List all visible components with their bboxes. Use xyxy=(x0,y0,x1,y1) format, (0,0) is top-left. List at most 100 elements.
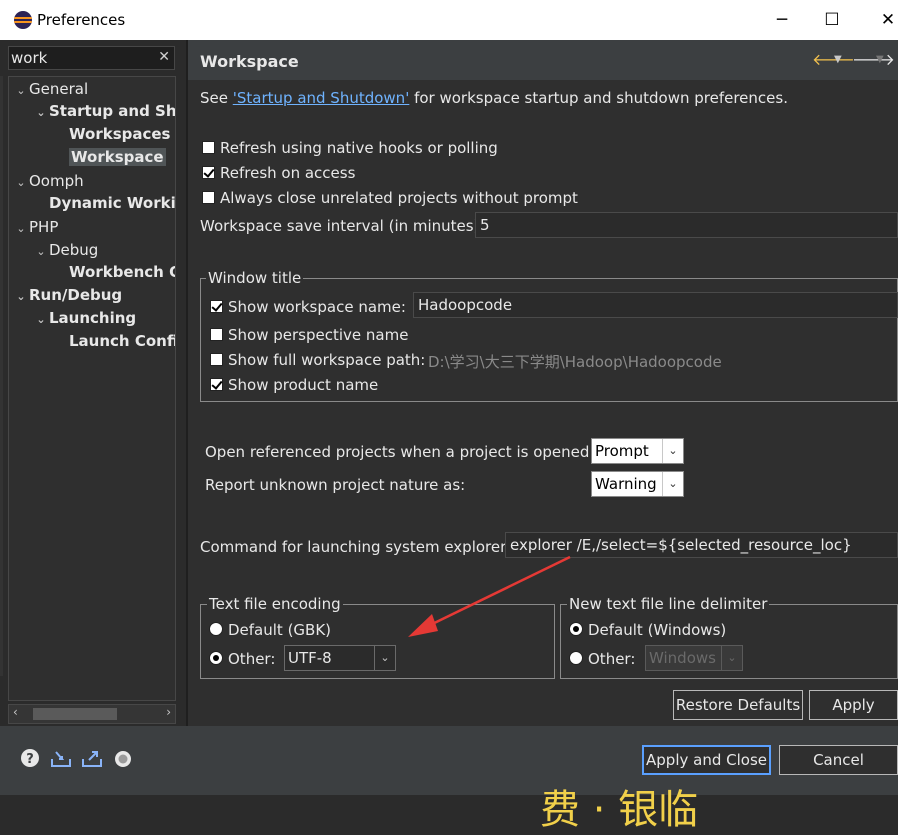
background-overlay-text: 费 · 银临 xyxy=(540,787,699,833)
forward-menu-chevron-icon[interactable]: ▼ xyxy=(876,54,884,65)
tree-item[interactable]: ⌄ Oomph xyxy=(13,171,84,193)
scroll-left-icon[interactable]: ‹ xyxy=(13,705,18,719)
delimiter-default-label: Default (Windows) xyxy=(588,621,727,639)
svg-text:?: ? xyxy=(26,752,34,767)
tree-item[interactable]: Launch Config xyxy=(53,331,175,352)
expand-chevron-icon[interactable]: ⌄ xyxy=(13,80,29,101)
show-perspective-checkbox[interactable] xyxy=(210,328,223,341)
expand-chevron-icon[interactable]: ⌄ xyxy=(13,172,29,193)
expand-chevron-icon[interactable]: ⌄ xyxy=(13,286,29,307)
export-icon[interactable] xyxy=(81,749,103,771)
filter-input[interactable] xyxy=(11,48,151,68)
apply-and-close-button[interactable]: Apply and Close xyxy=(642,745,771,775)
open-referenced-value: Prompt xyxy=(595,442,649,460)
clear-filter-icon[interactable]: ✕ xyxy=(158,49,170,65)
record-icon[interactable] xyxy=(113,749,135,771)
encoding-default-label: Default (GBK) xyxy=(228,621,332,639)
expand-chevron-icon[interactable]: ⌄ xyxy=(13,218,29,239)
see-startup-text: See 'Startup and Shutdown' for workspace… xyxy=(200,89,788,107)
tree-item[interactable]: ⌄ Startup and Shu xyxy=(33,101,176,123)
show-perspective-label: Show perspective name xyxy=(228,326,409,344)
show-product-label: Show product name xyxy=(228,376,379,394)
refresh-access-label: Refresh on access xyxy=(220,164,356,182)
tree-item-label: Workspaces xyxy=(69,125,171,143)
expand-chevron-icon[interactable]: ⌄ xyxy=(33,102,49,123)
always-close-checkbox[interactable] xyxy=(202,191,215,204)
delimiter-select[interactable]: Windows ⌄ xyxy=(645,645,743,671)
show-workspace-name-label: Show workspace name: xyxy=(228,298,406,316)
full-path-value: D:\学习\大三下学期\Hadoop\Hadoopcode xyxy=(428,353,722,371)
refresh-access-checkbox[interactable] xyxy=(202,166,215,179)
refresh-native-label: Refresh using native hooks or polling xyxy=(220,139,498,157)
restore-defaults-button[interactable]: Restore Defaults xyxy=(673,690,803,720)
report-unknown-value: Warning xyxy=(595,475,657,493)
back-menu-chevron-icon[interactable]: ▼ xyxy=(834,54,842,65)
eclipse-logo-icon xyxy=(14,11,32,29)
scroll-right-icon[interactable]: › xyxy=(166,705,171,719)
report-unknown-select[interactable]: Warning ⌄ xyxy=(591,471,684,497)
delimiter-value: Windows xyxy=(649,649,716,667)
tree-item[interactable]: ⌄ General xyxy=(13,79,88,100)
tree-item[interactable]: ⌄ Run/Debug xyxy=(13,285,122,306)
see-prefix: See xyxy=(200,89,233,107)
window-title: Preferences xyxy=(37,11,126,29)
report-unknown-label: Report unknown project nature as: xyxy=(205,476,466,494)
encoding-select[interactable]: UTF-8 ⌄ xyxy=(284,645,396,671)
expand-chevron-icon[interactable]: ⌄ xyxy=(33,241,49,262)
line-delimiter-group-label: New text file line delimiter xyxy=(567,595,770,613)
encoding-other-label: Other: xyxy=(228,650,276,668)
encoding-other-radio[interactable] xyxy=(209,651,223,665)
save-interval-input[interactable]: 5 xyxy=(475,212,898,238)
preference-tree: ⌄ General ⌄ Startup and Shu Workspaces Worksp… xyxy=(8,76,176,701)
open-referenced-label: Open referenced projects when a project … xyxy=(205,443,595,461)
scrollbar-thumb[interactable] xyxy=(33,708,117,720)
forward-arrow-icon[interactable]: 🡒 xyxy=(852,49,895,69)
refresh-native-checkbox[interactable] xyxy=(202,141,215,154)
apply-button[interactable]: Apply xyxy=(809,690,898,720)
save-interval-label: Workspace save interval (in minutes): xyxy=(200,217,485,235)
tree-item[interactable]: ⌄ Launching xyxy=(33,308,136,329)
cancel-button[interactable]: Cancel xyxy=(779,745,898,775)
tree-item[interactable]: Workspaces xyxy=(53,124,170,145)
window-title-group-label: Window title xyxy=(206,269,304,287)
maximize-button[interactable]: ☐ xyxy=(814,6,850,34)
tree-item-label: Debug xyxy=(49,241,99,259)
tree-item-label: Workspace xyxy=(69,148,166,166)
startup-shutdown-link[interactable]: 'Startup and Shutdown' xyxy=(233,89,410,107)
minimize-button[interactable]: ─ xyxy=(764,6,800,34)
show-full-path-checkbox[interactable] xyxy=(210,353,223,366)
tree-item-label: Workbench O xyxy=(69,263,176,281)
see-suffix: for workspace startup and shutdown prefe… xyxy=(409,89,788,107)
tree-item[interactable]: ⌄ PHP xyxy=(13,217,58,238)
command-label: Command for launching system explorer: xyxy=(200,538,512,556)
expand-chevron-icon[interactable]: ⌄ xyxy=(33,309,49,330)
tree-item-label: Launch Config xyxy=(69,332,175,350)
page-title: Workspace xyxy=(200,52,299,71)
delimiter-other-radio[interactable] xyxy=(569,651,583,665)
always-close-label: Always close unrelated projects without … xyxy=(220,189,578,207)
tree-item[interactable]: Workbench O xyxy=(53,262,176,283)
tree-item-label: PHP xyxy=(29,218,59,236)
show-full-path-label: Show full workspace path: xyxy=(228,351,426,369)
encoding-value: UTF-8 xyxy=(288,649,332,667)
tree-horizontal-scrollbar[interactable]: ‹ › xyxy=(8,704,176,724)
import-icon[interactable] xyxy=(50,749,72,771)
tree-item[interactable]: Workspace xyxy=(53,147,166,168)
annotation-arrow-icon xyxy=(408,555,571,637)
chevron-down-icon: ⌄ xyxy=(374,646,395,670)
tree-item[interactable]: ⌄ Debug xyxy=(33,240,98,261)
workspace-name-input[interactable]: Hadoopcode xyxy=(413,292,898,318)
help-icon[interactable]: ? xyxy=(20,748,42,770)
show-product-checkbox[interactable] xyxy=(210,378,223,391)
tree-item-label: Oomph xyxy=(29,172,84,190)
chevron-down-icon: ⌄ xyxy=(662,439,683,463)
tree-item-label: Startup and Shu xyxy=(49,102,176,120)
open-referenced-select[interactable]: Prompt ⌄ xyxy=(591,438,684,464)
show-workspace-name-checkbox[interactable] xyxy=(210,300,223,313)
close-window-button[interactable]: ✕ xyxy=(870,6,898,34)
edge-strip xyxy=(0,76,3,676)
filter-field: ✕ xyxy=(8,46,175,70)
tree-item[interactable]: Dynamic Workin xyxy=(33,193,175,214)
page-header: Workspace 🡐 ▼ 🡒 ▼ xyxy=(188,40,898,80)
encoding-default-radio[interactable] xyxy=(209,622,223,636)
